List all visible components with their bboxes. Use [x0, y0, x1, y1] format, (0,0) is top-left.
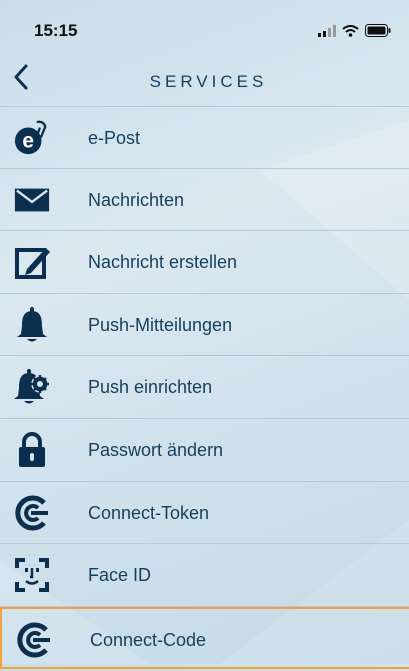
list-item-connect-code[interactable]: Connect-Code	[0, 606, 409, 670]
list-item-push-mitteilungen[interactable]: Push-Mitteilungen	[0, 294, 409, 357]
list-item-label: Push-Mitteilungen	[88, 314, 233, 335]
services-list: e e-Post Nachrichten Nachricht erstellen	[0, 106, 409, 670]
list-item-connect-token[interactable]: Connect-Token	[0, 482, 409, 545]
face-id-icon	[13, 556, 51, 594]
svg-text:e: e	[22, 130, 34, 153]
signal-icon	[318, 24, 336, 37]
list-item-nachricht-erstellen[interactable]: Nachricht erstellen	[0, 231, 409, 294]
list-item-label: Face ID	[88, 565, 152, 586]
status-time: 15:15	[34, 21, 78, 40]
status-bar: 15:15	[0, 0, 409, 48]
connect-icon	[15, 621, 53, 659]
wifi-icon	[342, 24, 359, 37]
list-item-label: Nachrichten	[88, 189, 185, 210]
list-item-label: Nachricht erstellen	[88, 252, 238, 273]
compose-icon	[13, 243, 51, 281]
list-item-nachrichten[interactable]: Nachrichten	[0, 169, 409, 232]
list-item-label: Connect-Token	[88, 502, 210, 523]
page-title: SERVICES	[149, 72, 268, 91]
list-item-label: e-Post	[88, 128, 141, 148]
list-item-label: Push einrichten	[88, 377, 213, 398]
navigation-bar: SERVICES	[0, 48, 409, 106]
connect-icon	[13, 494, 51, 532]
battery-icon	[365, 24, 391, 37]
envelope-icon	[13, 181, 51, 219]
list-item-passwort-aendern[interactable]: Passwort ändern	[0, 419, 409, 482]
list-item-face-id[interactable]: Face ID	[0, 544, 409, 607]
list-item-label: Connect-Code	[90, 629, 207, 650]
list-item-push-einrichten[interactable]: Push einrichten	[0, 356, 409, 419]
bell-icon	[13, 306, 51, 344]
bell-gear-icon	[13, 368, 51, 406]
status-icons	[318, 24, 391, 37]
epost-icon: e	[13, 119, 51, 157]
list-item-label: Passwort ändern	[88, 439, 224, 460]
lock-icon	[13, 431, 51, 469]
list-item-e-post[interactable]: e e-Post	[0, 106, 409, 169]
